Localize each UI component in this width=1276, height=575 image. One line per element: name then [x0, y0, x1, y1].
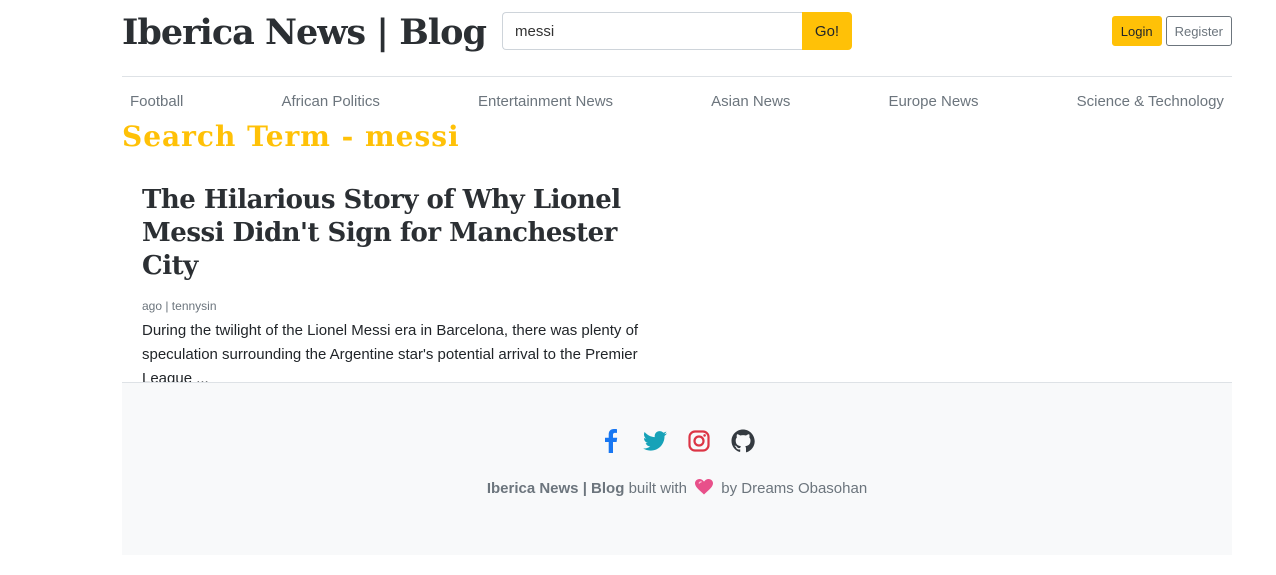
post-title[interactable]: The Hilarious Story of Why Lionel Messi …	[142, 184, 652, 283]
nav-item-football[interactable]: Football	[130, 88, 183, 116]
nav-item-science-technology[interactable]: Science & Technology	[1077, 88, 1224, 116]
search-term-heading: Search Term - messi	[122, 120, 460, 153]
auth-buttons: Login Register	[1111, 16, 1232, 46]
nav-item-asian-news[interactable]: Asian News	[711, 88, 790, 116]
social-links	[122, 429, 1232, 453]
facebook-icon[interactable]	[599, 429, 623, 453]
post-meta: ago | tennysin	[142, 299, 217, 313]
post-card: The Hilarious Story of Why Lionel Messi …	[142, 184, 652, 391]
twitter-icon[interactable]	[643, 429, 667, 453]
search-button[interactable]: Go!	[802, 12, 852, 50]
heart-icon	[695, 479, 714, 499]
register-button[interactable]: Register	[1165, 16, 1232, 46]
nav-item-entertainment-news[interactable]: Entertainment News	[478, 88, 613, 116]
site-footer: Iberica News | Blog built with by Dreams…	[122, 382, 1232, 555]
footer-credits: Iberica News | Blog built with by Dreams…	[122, 479, 1232, 499]
instagram-icon[interactable]	[687, 429, 711, 453]
nav-item-europe-news[interactable]: Europe News	[888, 88, 978, 116]
post-excerpt: During the twilight of the Lionel Messi …	[142, 322, 639, 387]
login-button[interactable]: Login	[1111, 16, 1162, 46]
github-icon[interactable]	[731, 429, 755, 453]
site-header: Iberica News | Blog Go! Login Register	[122, 0, 1232, 77]
site-logo[interactable]: Iberica News | Blog	[122, 12, 487, 53]
author-text: by Dreams Obasohan	[721, 480, 868, 497]
search-input[interactable]	[502, 12, 802, 50]
category-nav: Football African Politics Entertainment …	[122, 88, 1232, 116]
search-form: Go!	[502, 12, 852, 50]
footer-brand: Iberica News | Blog	[486, 480, 625, 497]
nav-item-african-politics[interactable]: African Politics	[281, 88, 379, 116]
built-with-text: built with	[628, 480, 687, 497]
